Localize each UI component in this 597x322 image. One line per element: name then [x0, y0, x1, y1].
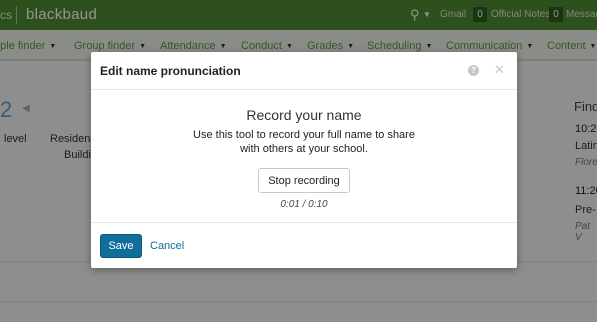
record-heading: Record your name	[246, 107, 362, 123]
dialog-footer: Save Cancel	[91, 222, 517, 268]
save-button[interactable]: Save	[100, 234, 142, 258]
help-icon[interactable]: ?	[468, 65, 479, 76]
cancel-button[interactable]: Cancel	[150, 240, 184, 252]
recording-timer: 0:01 / 0:10	[280, 199, 328, 210]
dialog-title: Edit name pronunciation	[100, 64, 241, 78]
dialog-header: Edit name pronunciation ? ✕	[91, 52, 517, 90]
record-description: Use this tool to record your full name t…	[193, 129, 415, 155]
close-icon[interactable]: ✕	[494, 62, 505, 78]
stop-recording-button[interactable]: Stop recording	[258, 168, 350, 193]
name-pronunciation-dialog: Edit name pronunciation ? ✕ Record your …	[91, 52, 517, 268]
